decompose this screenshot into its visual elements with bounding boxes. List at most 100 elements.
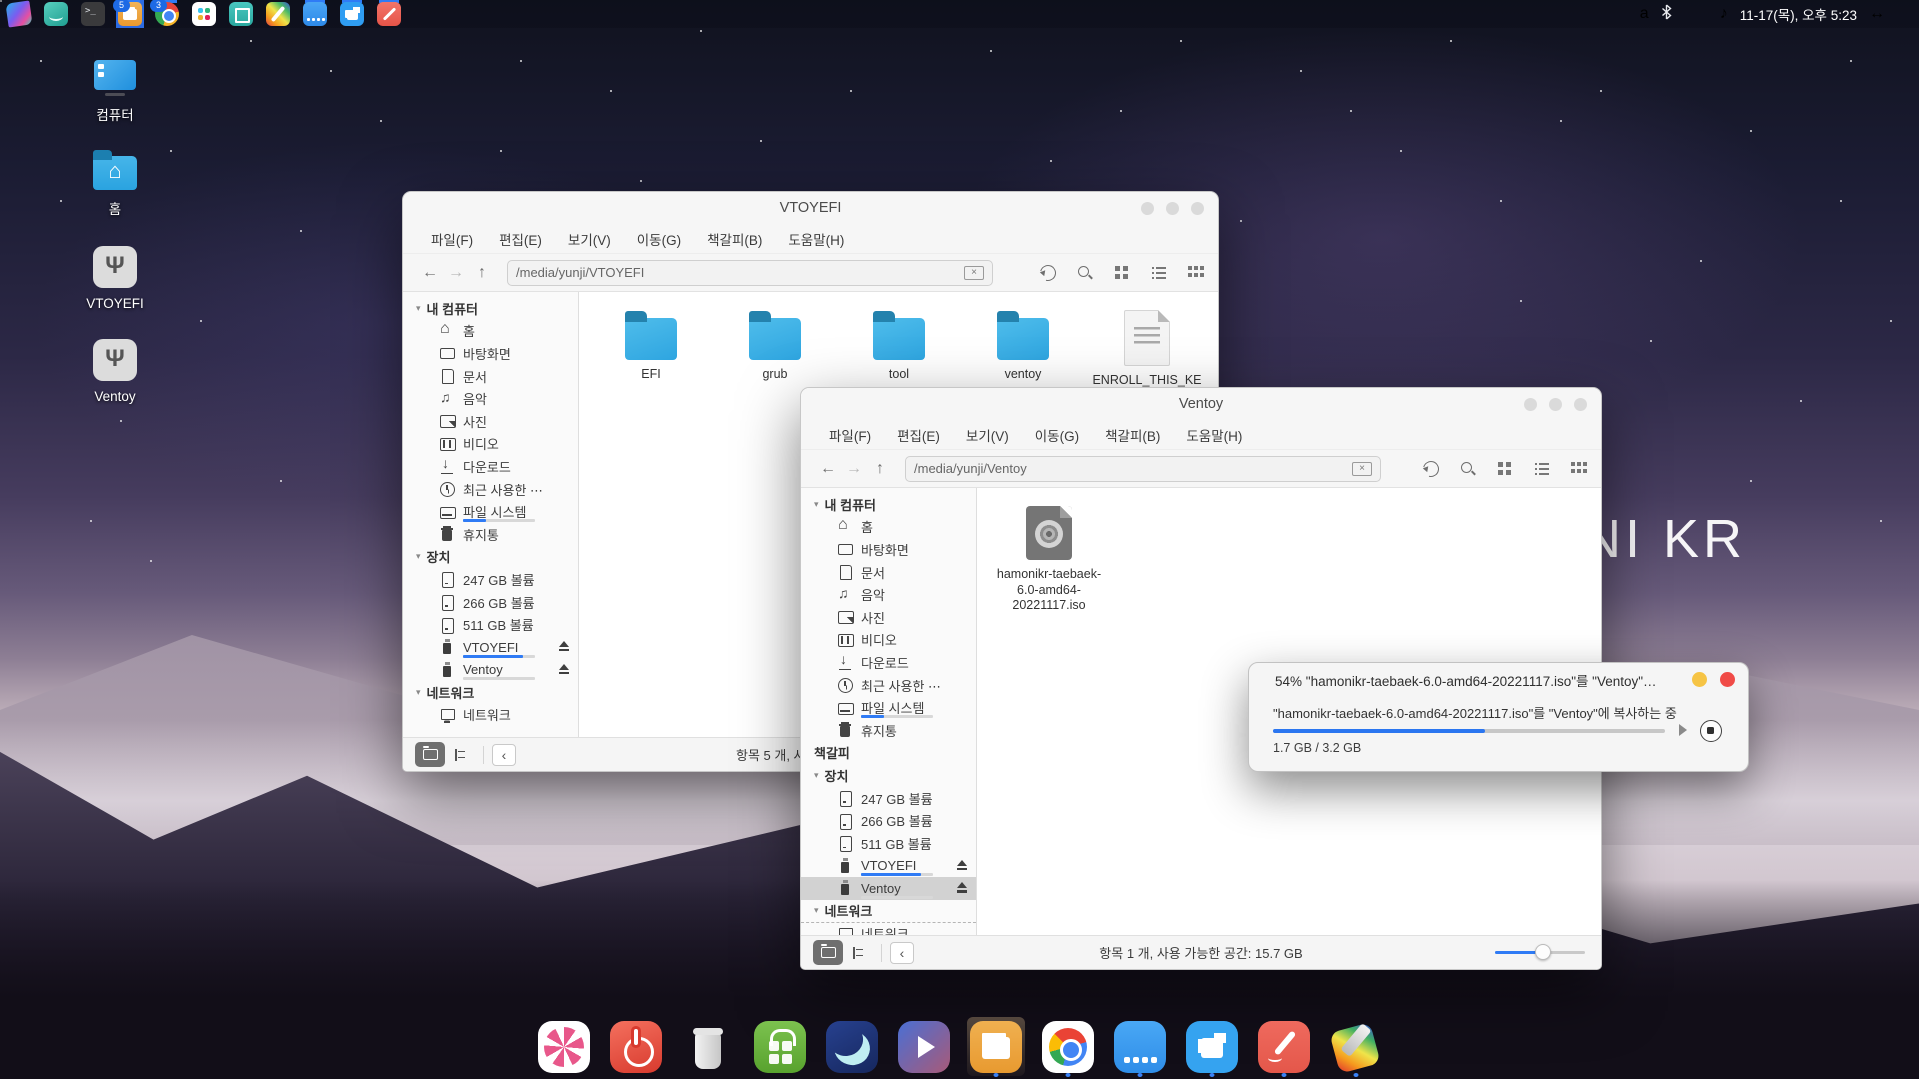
taskbar-crop-tool[interactable] [227, 0, 255, 28]
file-folder-ventoy[interactable]: ventoy [961, 310, 1085, 383]
taskbar-terminal[interactable] [79, 0, 107, 28]
sidebar-item-recent[interactable]: ▾ 최근 사용한 ⋯ [403, 478, 578, 501]
sidebar-item-desktop[interactable]: ▾ 바탕화면 [801, 538, 976, 561]
sidebar-item-volume-511[interactable]: ▾ 511 GB 볼륨 [403, 613, 578, 636]
menu-view[interactable]: 보기(V) [966, 425, 1009, 445]
expand-details-icon[interactable] [1679, 724, 1687, 736]
back-icon[interactable]: ← [417, 264, 443, 282]
sidebar-section-bookmarks[interactable]: ▾ 책갈피 [801, 742, 976, 765]
sidebar-item-volume-247[interactable]: ▾ 247 GB 볼륨 [801, 787, 976, 810]
location-bar[interactable]: /media/yunji/Ventoy × [905, 456, 1381, 482]
sidebar-item-vtoyefi[interactable]: ▾ VTOYEFI [801, 855, 976, 878]
sidebar-section-my-computer[interactable]: ▾ 내 컴퓨터 [403, 297, 578, 320]
sidebar-item-recent[interactable]: ▾ 최근 사용한 ⋯ [801, 674, 976, 697]
tray-bluetooth-icon[interactable] [1661, 4, 1672, 25]
window-button-icon[interactable] [1549, 398, 1562, 411]
menu-bookmarks[interactable]: 책갈피(B) [707, 229, 762, 249]
sidebar-section-network[interactable]: ▾ 네트워크 [403, 681, 578, 704]
dock-power-button[interactable] [607, 1017, 665, 1076]
file-folder-efi[interactable]: EFI [589, 310, 713, 383]
search-icon[interactable] [1077, 265, 1093, 281]
stop-copy-button[interactable] [1700, 720, 1722, 742]
view-list-icon[interactable] [1534, 461, 1550, 477]
file-folder-tool[interactable]: tool [837, 310, 961, 383]
taskbar-pen-app[interactable] [375, 0, 403, 28]
forward-icon[interactable]: → [443, 264, 469, 282]
titlebar[interactable]: VTOYEFI [403, 192, 1218, 224]
sidebar-section-devices[interactable]: ▾ 장치 [403, 546, 578, 569]
taskbar-slack[interactable] [190, 0, 218, 28]
search-icon[interactable] [1460, 461, 1476, 477]
window-button-icon[interactable] [1574, 398, 1587, 411]
window-button-icon[interactable] [1166, 202, 1179, 215]
desktop-icon-computer[interactable]: 컴퓨터 [82, 60, 148, 124]
sidebar-section-devices[interactable]: ▾ 장치 [801, 764, 976, 787]
eject-icon[interactable] [956, 860, 967, 871]
menu-view[interactable]: 보기(V) [568, 229, 611, 249]
sidebar-item-volume-247[interactable]: ▾ 247 GB 볼륨 [403, 568, 578, 591]
sidebar-item-downloads[interactable]: ▾ 다운로드 [801, 651, 976, 674]
close-icon[interactable] [1720, 672, 1735, 687]
dock-chrome[interactable] [1039, 1017, 1097, 1076]
sidebar-item-desktop[interactable]: ▾ 바탕화면 [403, 342, 578, 365]
tray-net-arrows-icon[interactable]: ↔ [1869, 5, 1885, 23]
window-button-icon[interactable] [1191, 202, 1204, 215]
refresh-icon[interactable] [1420, 458, 1442, 480]
sidebar-item-videos[interactable]: ▾ 비디오 [801, 629, 976, 652]
refresh-icon[interactable] [1037, 262, 1059, 284]
collapse-arrow-icon[interactable]: ▾ [416, 687, 421, 698]
zoom-slider[interactable] [1495, 951, 1585, 954]
sidebar-item-music[interactable]: ▾ 음악 [403, 387, 578, 410]
tray-music-icon[interactable]: ♪ [1720, 5, 1728, 23]
dock-whale-browser[interactable] [823, 1017, 881, 1076]
dock-trash[interactable] [679, 1017, 737, 1076]
sidebar-item-documents[interactable]: ▾ 문서 [403, 365, 578, 388]
menu-help[interactable]: 도움말(H) [1186, 425, 1242, 445]
collapse-arrow-icon[interactable]: ▾ [814, 905, 819, 916]
sidebar-item-home[interactable]: ▾ 홈 [801, 516, 976, 539]
forward-icon[interactable]: → [841, 460, 867, 478]
clear-text-icon[interactable]: × [1352, 462, 1372, 476]
view-grid-icon[interactable] [1497, 461, 1513, 477]
desktop-icon-ventoy[interactable]: Ventoy [82, 339, 148, 404]
dock-pen-app[interactable] [1255, 1017, 1313, 1076]
clear-text-icon[interactable]: × [964, 266, 984, 280]
tray-a-badge-icon[interactable]: a [1640, 5, 1649, 23]
sidebar-item-home[interactable]: ▾ 홈 [403, 320, 578, 343]
desktop-icon-vtoyefi[interactable]: VTOYEFI [82, 246, 148, 311]
sidebar-item-ventoy[interactable]: ▾ Ventoy [403, 659, 578, 682]
menu-go[interactable]: 이동(G) [1035, 425, 1079, 445]
menu-help[interactable]: 도움말(H) [788, 229, 844, 249]
sidebar-item-videos[interactable]: ▾ 비디오 [403, 433, 578, 456]
menu-edit[interactable]: 편집(E) [499, 229, 542, 249]
sidebar-item-filesystem[interactable]: ▾ 파일 시스템 [403, 500, 578, 523]
taskbar-teal-app[interactable] [42, 0, 70, 28]
treeview-toggle-button[interactable] [445, 742, 475, 767]
dock-pinwheel-app[interactable] [535, 1017, 593, 1076]
taskbar-hamonikr-menu[interactable] [5, 0, 33, 28]
dock-software-center[interactable] [751, 1017, 809, 1076]
sidebar-item-network[interactable]: ▾ 네트워크 [403, 704, 578, 727]
sidebar-section-network[interactable]: ▾ 네트워크 [801, 900, 976, 923]
sidebar-item-downloads[interactable]: ▾ 다운로드 [403, 455, 578, 478]
sidebar-item-ventoy[interactable]: ▾ Ventoy [801, 877, 976, 900]
dock-puzzle-app[interactable] [1183, 1017, 1241, 1076]
view-grid-icon[interactable] [1114, 265, 1130, 281]
taskbar-chrome[interactable] [153, 0, 181, 28]
sidebar-item-volume-266[interactable]: ▾ 266 GB 볼륨 [801, 809, 976, 832]
minimize-icon[interactable] [1692, 672, 1707, 687]
sidebar-item-filesystem[interactable]: ▾ 파일 시스템 [801, 696, 976, 719]
back-icon[interactable]: ← [815, 460, 841, 478]
dock-media-player[interactable] [895, 1017, 953, 1076]
taskbar-files[interactable] [116, 0, 144, 28]
collapse-arrow-icon[interactable]: ▾ [416, 551, 421, 562]
taskbar-puzzle-app[interactable] [338, 0, 366, 28]
places-toggle-button[interactable] [415, 742, 445, 767]
sidebar-item-pictures[interactable]: ▾ 사진 [801, 606, 976, 629]
dock-dots-app[interactable] [1111, 1017, 1169, 1076]
file-iso-hamonikr[interactable]: hamonikr-taebaek-6.0-amd64-20221117.iso [987, 506, 1111, 614]
sidebar-item-volume-511[interactable]: ▾ 511 GB 볼륨 [801, 832, 976, 855]
menu-go[interactable]: 이동(G) [637, 229, 681, 249]
desktop-icon-home[interactable]: 홈 [82, 152, 148, 218]
taskbar-screenshot-tool[interactable] [264, 0, 292, 28]
